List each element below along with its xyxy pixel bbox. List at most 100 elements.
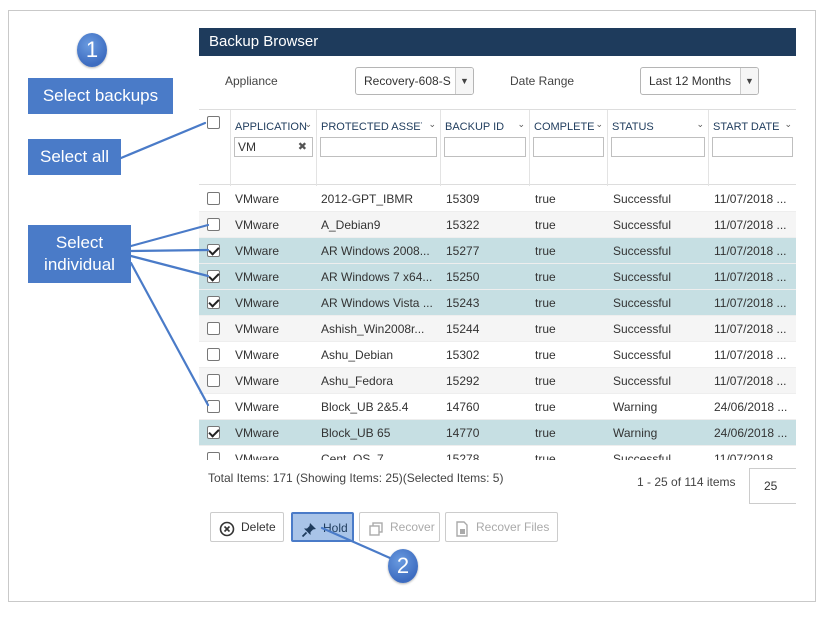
cell-id: 15243 (446, 296, 480, 310)
grid-body[interactable]: VMware 2012-GPT_IBMR 15309 true Successful 11… (199, 186, 796, 460)
table-row[interactable]: VMware AR Windows Vista ... 15243 true Succe… (199, 290, 796, 316)
chevron-down-icon[interactable]: ▼ (455, 68, 473, 94)
cell-complete: true (535, 322, 556, 336)
status-filter-input[interactable] (611, 137, 705, 157)
cell-asset: Cent_OS_7 (321, 452, 384, 460)
cell-complete: true (535, 374, 556, 388)
cell-asset: AR Windows 7 x64... (321, 270, 433, 284)
protected-asset-filter-input[interactable] (320, 137, 437, 157)
cell-complete: true (535, 296, 556, 310)
select-backups-callout: Select backups (28, 78, 173, 114)
column-label: COMPLETE (534, 121, 595, 133)
cell-app: VMware (235, 452, 280, 460)
recover-files-label: Recover Files (476, 520, 550, 534)
column-backup-id[interactable]: BACKUP ID ⌄ (440, 110, 529, 186)
column-label: APPLICATION (235, 121, 307, 133)
appliance-select[interactable]: Recovery-608-S ▼ (355, 67, 474, 95)
row-checkbox[interactable] (207, 270, 220, 283)
select-all-checkbox[interactable] (207, 116, 220, 129)
start-date-filter-input[interactable] (712, 137, 793, 157)
complete-filter-input[interactable] (533, 137, 604, 157)
cell-app: VMware (235, 270, 280, 284)
cell-asset: Ashu_Debian (321, 348, 394, 362)
cell-asset: Ashu_Fedora (321, 374, 394, 388)
cell-app: VMware (235, 296, 280, 310)
row-checkbox[interactable] (207, 244, 220, 257)
cell-date: 11/07/2018 ... (714, 192, 787, 206)
row-checkbox[interactable] (207, 426, 220, 439)
cell-asset: Block_UB 2&5.4 (321, 400, 409, 414)
row-checkbox[interactable] (207, 218, 220, 231)
date-range-select[interactable]: Last 12 Months ▼ (640, 67, 759, 95)
page-size-select[interactable]: 25 (749, 468, 796, 504)
cell-id: 15277 (446, 244, 480, 258)
cell-date: 11/07/2018 ... (714, 322, 787, 336)
column-application[interactable]: APPLICATION ⌄ VM ✖ (230, 110, 316, 186)
cell-status: Successful (613, 192, 672, 206)
table-row[interactable]: VMware AR Windows 7 x64... 15250 true Succes… (199, 264, 796, 290)
chevron-down-icon[interactable]: ⌄ (595, 119, 603, 130)
table-row[interactable]: VMware Ashu_Debian 15302 true Successful 11/0… (199, 342, 796, 368)
column-status[interactable]: STATUS ⌄ (607, 110, 708, 186)
table-row[interactable]: VMware Ashu_Fedora 15292 true Successful 11/0… (199, 368, 796, 394)
application-filter-input[interactable]: VM ✖ (234, 137, 313, 157)
table-row[interactable]: VMware A_Debian9 15322 true Successful 11/07/… (199, 212, 796, 238)
cell-status: Successful (613, 374, 672, 388)
column-complete[interactable]: COMPLETE ⌄ (529, 110, 607, 186)
recover-button[interactable]: Recover (359, 512, 440, 542)
cell-status: Successful (613, 296, 672, 310)
cell-status: Successful (613, 452, 672, 460)
backup-id-filter-input[interactable] (444, 137, 526, 157)
recover-files-icon (454, 519, 470, 537)
table-row[interactable]: VMware Block_UB 65 14770 true Warning 24/06/2… (199, 420, 796, 446)
row-checkbox[interactable] (207, 452, 220, 460)
table-row[interactable]: VMware AR Windows 2008... 15277 true Success… (199, 238, 796, 264)
table-row[interactable]: VMware Cent_OS_7 15278 true Successful 11/07/… (199, 446, 796, 460)
cell-date: 11/07/2018 ... (714, 348, 787, 362)
select-individual-callout: Select individual (28, 225, 131, 283)
cell-asset: Block_UB 65 (321, 426, 391, 440)
cell-complete: true (535, 218, 556, 232)
cell-asset: A_Debian9 (321, 218, 381, 232)
cell-complete: true (535, 348, 556, 362)
chevron-down-icon[interactable]: ⌄ (304, 119, 312, 130)
cell-app: VMware (235, 322, 280, 336)
hold-button[interactable]: Hold (291, 512, 354, 542)
date-range-label: Date Range (510, 74, 575, 88)
row-checkbox[interactable] (207, 192, 220, 205)
cell-complete: true (535, 400, 556, 414)
cell-app: VMware (235, 400, 280, 414)
chevron-down-icon[interactable]: ⌄ (428, 119, 436, 130)
cell-app: VMware (235, 374, 280, 388)
row-checkbox[interactable] (207, 348, 220, 361)
row-checkbox[interactable] (207, 374, 220, 387)
column-start-date[interactable]: START DATE ⌄ (708, 110, 796, 186)
row-checkbox[interactable] (207, 400, 220, 413)
cell-app: VMware (235, 426, 280, 440)
cell-date: 11/07/2018 ... (714, 270, 787, 284)
clear-filter-icon[interactable]: ✖ (298, 138, 307, 156)
table-row[interactable]: VMware Ashish_Win2008r... 15244 true Success… (199, 316, 796, 342)
recover-files-button[interactable]: Recover Files (445, 512, 558, 542)
recover-label: Recover (390, 520, 435, 534)
date-range-value: Last 12 Months (649, 74, 732, 88)
table-row[interactable]: VMware 2012-GPT_IBMR 15309 true Successful 11… (199, 186, 796, 212)
cell-asset: 2012-GPT_IBMR (321, 192, 414, 206)
row-checkbox[interactable] (207, 322, 220, 335)
pagination-range: 1 - 25 of 114 items (637, 475, 736, 489)
cell-id: 15244 (446, 322, 480, 336)
cell-date: 11/07/2018 ... (714, 218, 787, 232)
chevron-down-icon[interactable]: ⌄ (696, 119, 704, 130)
delete-button[interactable]: Delete (210, 512, 284, 542)
chevron-down-icon[interactable]: ⌄ (784, 119, 792, 130)
chevron-down-icon[interactable]: ⌄ (517, 119, 525, 130)
cell-id: 15278 (446, 452, 480, 460)
hold-label: Hold (323, 521, 348, 535)
cell-id: 14760 (446, 400, 480, 414)
cell-status: Successful (613, 218, 672, 232)
filter-value: VM (238, 140, 256, 154)
table-row[interactable]: VMware Block_UB 2&5.4 14760 true Warning 24/0… (199, 394, 796, 420)
column-protected-asset[interactable]: PROTECTED ASSET ... ⌄ (316, 110, 440, 186)
row-checkbox[interactable] (207, 296, 220, 309)
chevron-down-icon[interactable]: ▼ (740, 68, 758, 94)
